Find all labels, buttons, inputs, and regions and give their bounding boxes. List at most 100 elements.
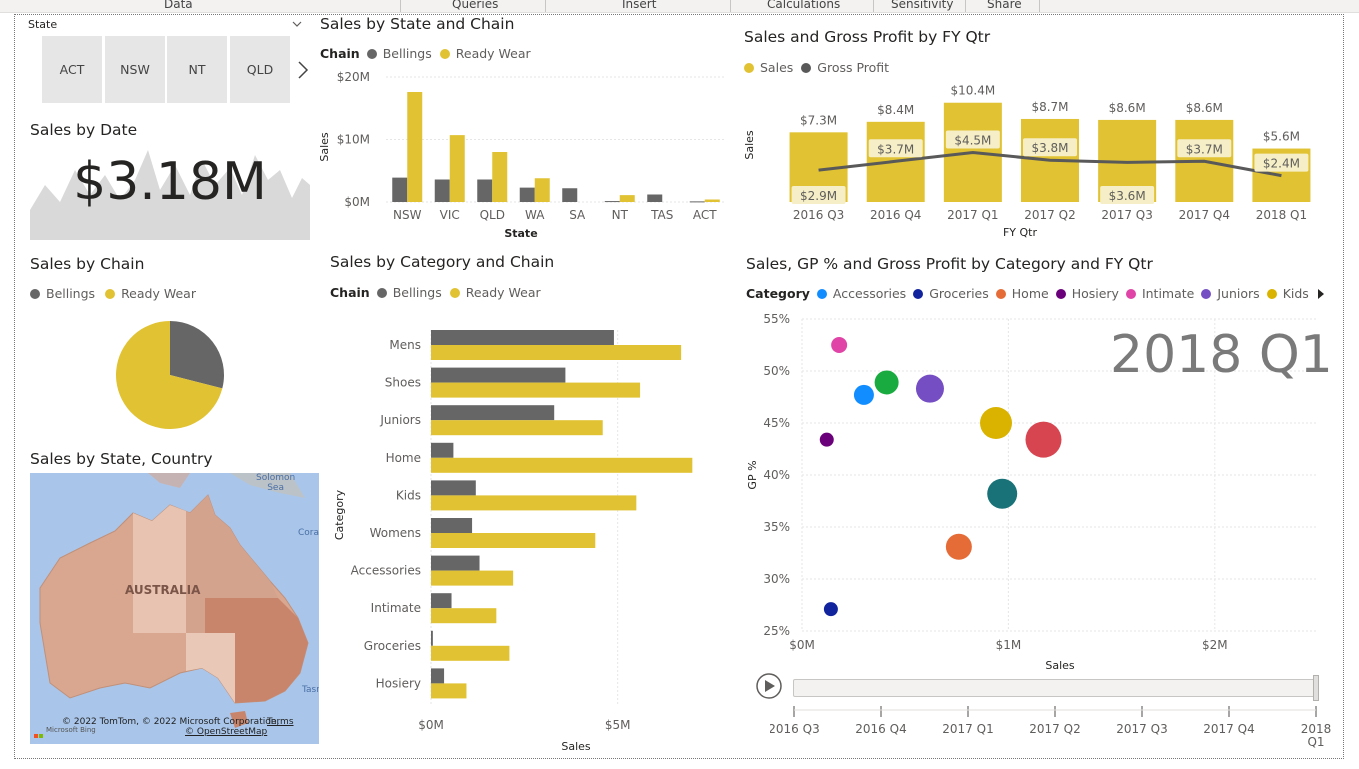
legend-dot-home: [995, 288, 1006, 299]
ribbon-tab-sensitivity[interactable]: Sensitivity: [891, 0, 953, 11]
scatter-bubble[interactable]: [831, 337, 848, 353]
bar-kids-bellings[interactable]: [431, 480, 476, 496]
y-axis-title: Sales: [743, 130, 756, 160]
bar-home-ready-wear[interactable]: [431, 457, 693, 473]
play-axis-track[interactable]: [793, 679, 1319, 697]
sales-data-label: $5.6M: [1263, 130, 1300, 144]
scatter-bubble[interactable]: [823, 602, 838, 617]
scatter-bubble[interactable]: [945, 533, 972, 560]
bar-nsw-bellings[interactable]: [392, 177, 408, 202]
map-bing-label: Microsoft Bing: [46, 726, 96, 734]
bar-accessories-ready-wear[interactable]: [431, 570, 514, 586]
legend-dot-hosiery: [1055, 288, 1066, 299]
legend-dot-juniors: [1201, 288, 1212, 299]
bar-nt-ready-wear[interactable]: [619, 195, 635, 202]
pie-legend-bellings: Bellings: [46, 286, 96, 301]
legend-next-icon[interactable]: [1316, 288, 1326, 300]
bar-womens-ready-wear[interactable]: [431, 533, 596, 548]
y-tick-label: 45%: [763, 416, 790, 430]
fy-qtr-legend-sales: Sales: [760, 60, 794, 75]
bar-vic-bellings[interactable]: [434, 179, 450, 203]
slicer-item-act[interactable]: ACT: [42, 36, 102, 103]
bar-mens-ready-wear[interactable]: [431, 345, 682, 360]
slicer-label: State: [28, 18, 58, 31]
ribbon-bar: Data Queries Insert Calculations Sensiti…: [0, 0, 1359, 13]
x-tick-label: 2017 Q3: [1101, 208, 1152, 222]
ribbon-tab-queries[interactable]: Queries: [452, 0, 498, 11]
y-tick-label: Intimate: [371, 601, 421, 615]
fy-qtr-chart[interactable]: Sales $7.3M 2016 Q3 $8.4M 2016 Q4 $10.4M 2017 …: [740, 85, 1320, 245]
state-chain-chart[interactable]: $20M $10M $0M Sales NSW VIC QLD WA SA NT TAS ACT Sta…: [316, 62, 736, 242]
bar-mens-bellings[interactable]: [431, 330, 614, 345]
chevron-right-icon[interactable]: [297, 60, 309, 80]
y-tick-label: Hosiery: [376, 676, 421, 690]
play-axis-label: 2017 Q4: [1203, 722, 1254, 736]
ribbon-tab-insert[interactable]: Insert: [622, 0, 656, 11]
scatter-bubble[interactable]: [819, 432, 834, 447]
map-terms-link[interactable]: Terms: [267, 717, 294, 727]
bar-sa-bellings[interactable]: [562, 188, 578, 202]
x-axis-title: Sales: [1045, 659, 1075, 672]
bar-womens-bellings[interactable]: [431, 518, 473, 533]
map-visual[interactable]: AUSTRALIA Solomon Sea Coral Tasn Microso…: [30, 473, 319, 744]
bar-shoes-ready-wear[interactable]: [431, 382, 641, 398]
pie-chart[interactable]: [110, 315, 230, 435]
play-axis-thumb[interactable]: [1313, 675, 1319, 701]
legend-dot-accessories: [816, 288, 827, 299]
pie-legend-ready-wear: Ready Wear: [121, 286, 196, 301]
y-tick-label: $10M: [337, 133, 370, 147]
bar-tas-bellings[interactable]: [647, 194, 663, 203]
bar-home-bellings[interactable]: [431, 442, 454, 458]
y-tick-label: Juniors: [379, 413, 421, 427]
scatter-bubble[interactable]: [874, 370, 899, 395]
ribbon-tab-data[interactable]: Data: [164, 0, 193, 11]
bar-intimate-bellings[interactable]: [431, 593, 452, 609]
scatter-bubble[interactable]: [1025, 421, 1062, 458]
bar-kids-ready-wear[interactable]: [431, 495, 637, 511]
gross-profit-data-label: $3.8M: [1031, 141, 1068, 155]
scatter-bubble[interactable]: [980, 407, 1013, 439]
australia-map: [39, 473, 309, 728]
bar-intimate-ready-wear[interactable]: [431, 608, 497, 624]
bar-hosiery-ready-wear[interactable]: [431, 683, 467, 699]
ribbon-tab-share[interactable]: Share: [987, 0, 1022, 11]
sales-data-label: $10.4M: [950, 85, 995, 98]
play-axis-label: Q1: [1307, 735, 1324, 749]
bar-wa-bellings[interactable]: [519, 187, 535, 202]
x-tick-label: SA: [569, 208, 586, 222]
bar-groceries-bellings[interactable]: [431, 630, 433, 646]
scatter-bubble[interactable]: [987, 478, 1018, 509]
bar-qld-ready-wear[interactable]: [492, 152, 508, 202]
slicer-item-qld[interactable]: QLD: [230, 36, 290, 103]
bar-juniors-ready-wear[interactable]: [431, 420, 603, 436]
category-chain-chart[interactable]: $0M $5M Mens Shoes Juniors Home Kids Womens Acce…: [326, 315, 736, 755]
bar-accessories-bellings[interactable]: [431, 555, 480, 571]
bar-hosiery-bellings[interactable]: [431, 668, 445, 684]
bar-qld-bellings[interactable]: [477, 179, 493, 203]
bar-groceries-ready-wear[interactable]: [431, 645, 510, 661]
bar-act-bellings[interactable]: [689, 201, 705, 203]
bar-shoes-bellings[interactable]: [431, 367, 566, 383]
x-tick-label: NT: [612, 208, 629, 222]
bar-vic-ready-wear[interactable]: [449, 135, 465, 202]
slicer-item-nt[interactable]: NT: [167, 36, 227, 103]
bar-nt-bellings[interactable]: [604, 201, 620, 203]
x-tick-label: 2016 Q3: [793, 208, 844, 222]
legend-dot-ready-wear: [439, 48, 450, 59]
slicer-item-nsw[interactable]: NSW: [105, 36, 165, 103]
bar-wa-ready-wear[interactable]: [534, 178, 550, 202]
chevron-down-icon[interactable]: [292, 21, 302, 28]
y-axis-title: GP %: [746, 460, 759, 489]
bar-juniors-bellings[interactable]: [431, 405, 555, 421]
play-icon[interactable]: [755, 672, 783, 700]
x-tick-label: $1M: [996, 638, 1022, 652]
ribbon-tab-calculations[interactable]: Calculations: [767, 0, 840, 11]
scatter-legend-title: Category: [746, 286, 810, 301]
scatter-bubble[interactable]: [915, 374, 944, 403]
sales-data-label: $8.6M: [1186, 101, 1223, 115]
scatter-bubble[interactable]: [853, 384, 874, 405]
bar-act-ready-wear[interactable]: [704, 199, 720, 203]
x-tick-label: TAS: [650, 208, 673, 222]
bar-nsw-ready-wear[interactable]: [407, 92, 423, 202]
map-osm-link[interactable]: © OpenStreetMap: [185, 727, 267, 737]
